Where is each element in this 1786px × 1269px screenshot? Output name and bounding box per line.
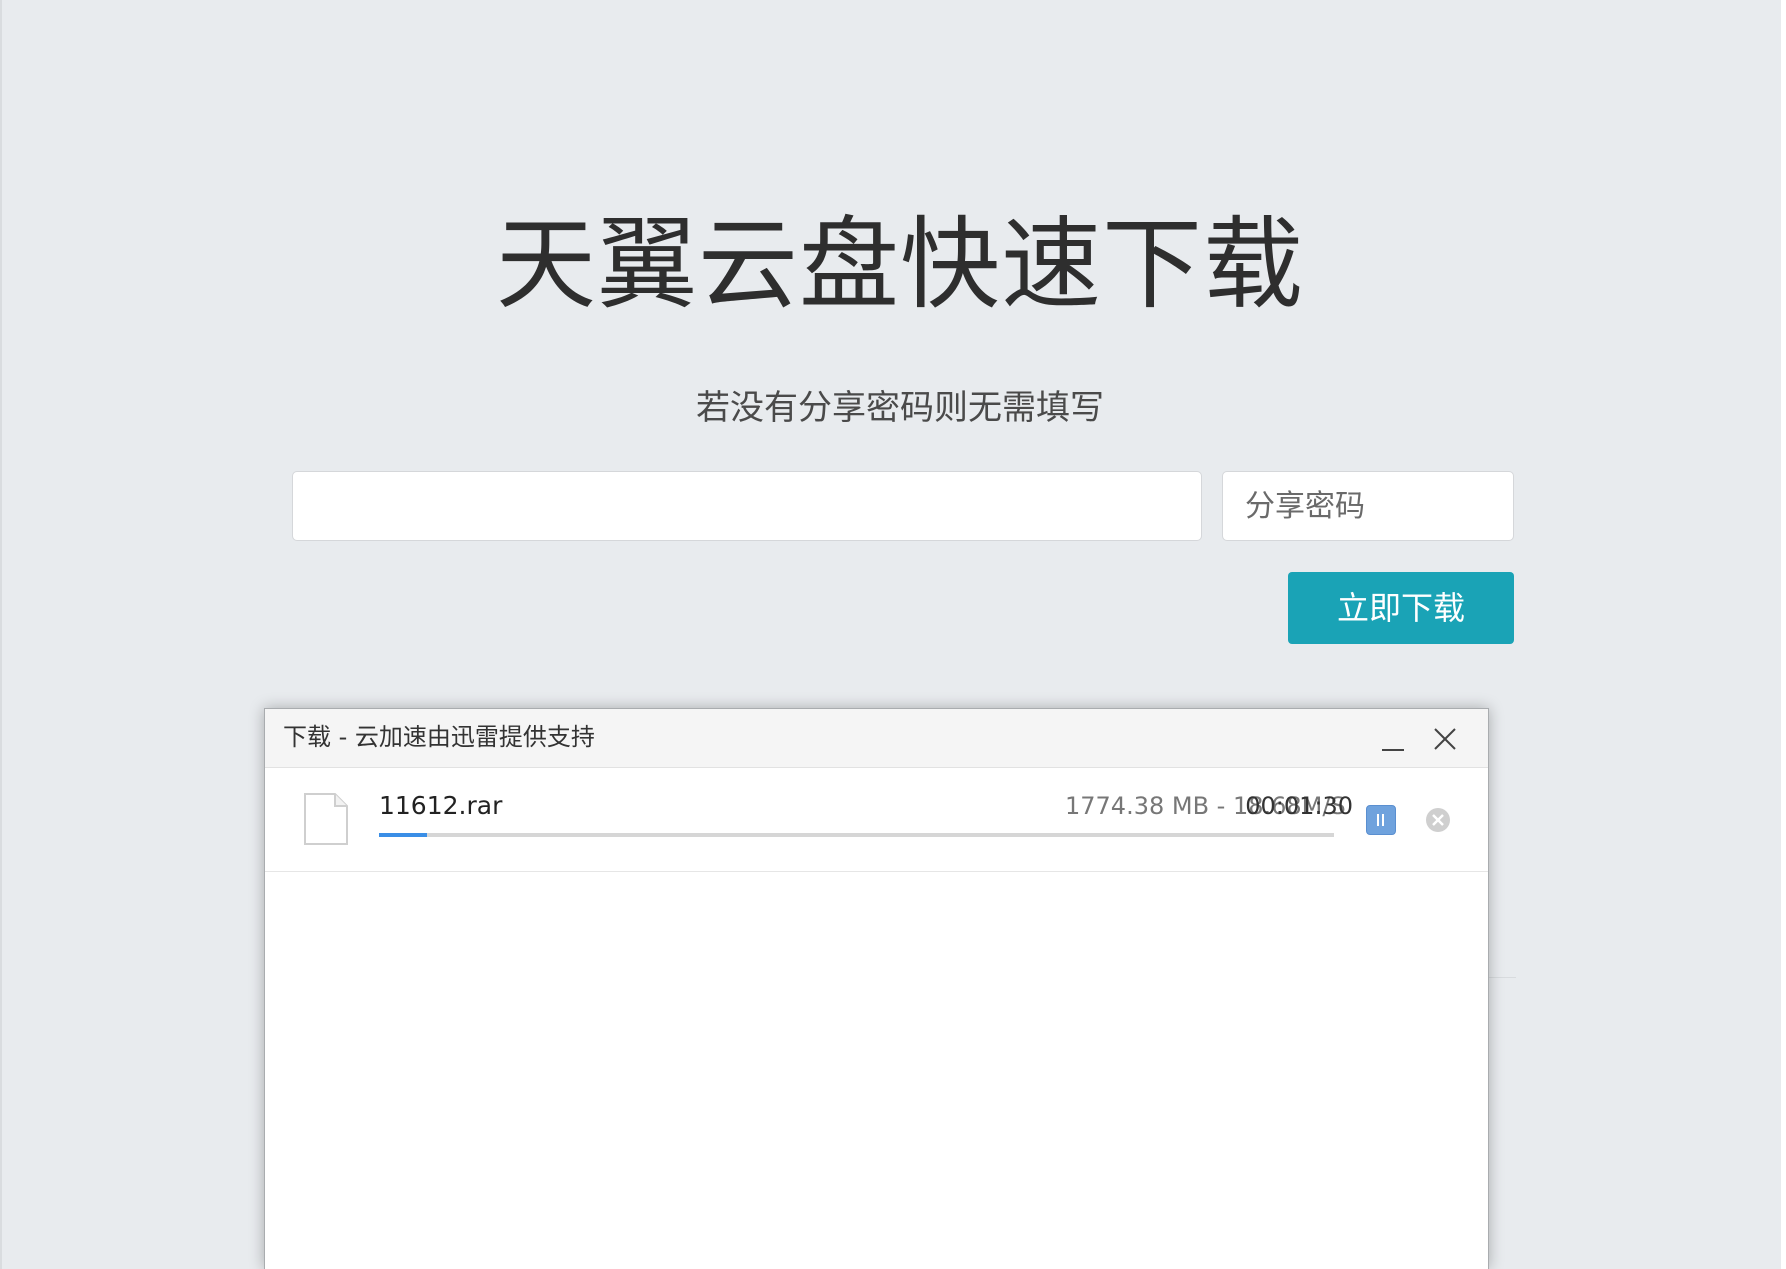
- download-progress-fill: [379, 833, 427, 837]
- pause-icon[interactable]: [1366, 805, 1396, 835]
- time-remaining: 00:01:30: [1245, 792, 1353, 820]
- page: 天翼云盘快速下载 若没有分享密码则无需填写 立即下载 下载 - 云加速由迅雷提供…: [0, 0, 1786, 1269]
- download-item: 11612.rar 1774.38 MB - 18.68M/S 00:01:30: [265, 768, 1488, 872]
- file-icon: [304, 793, 348, 845]
- download-now-button[interactable]: 立即下载: [1288, 572, 1514, 644]
- dialog-titlebar[interactable]: 下载 - 云加速由迅雷提供支持: [265, 709, 1488, 768]
- page-subtitle: 若没有分享密码则无需填写: [696, 388, 1104, 428]
- close-icon-glyph: [1434, 728, 1456, 750]
- download-dialog: 下载 - 云加速由迅雷提供支持 11612.rar 1774.38 MB - 1…: [264, 708, 1489, 1269]
- download-progress-bar: [379, 833, 1334, 837]
- file-name: 11612.rar: [379, 791, 503, 820]
- share-password-input[interactable]: [1222, 471, 1514, 541]
- share-url-input[interactable]: [292, 471, 1202, 541]
- cancel-circle-icon[interactable]: [1423, 805, 1453, 835]
- minimize-icon[interactable]: [1373, 723, 1413, 757]
- page-title: 天翼云盘快速下载: [496, 206, 1304, 323]
- divider: [1489, 977, 1516, 978]
- close-icon[interactable]: [1425, 719, 1465, 759]
- dialog-title: 下载 - 云加速由迅雷提供支持: [283, 723, 595, 751]
